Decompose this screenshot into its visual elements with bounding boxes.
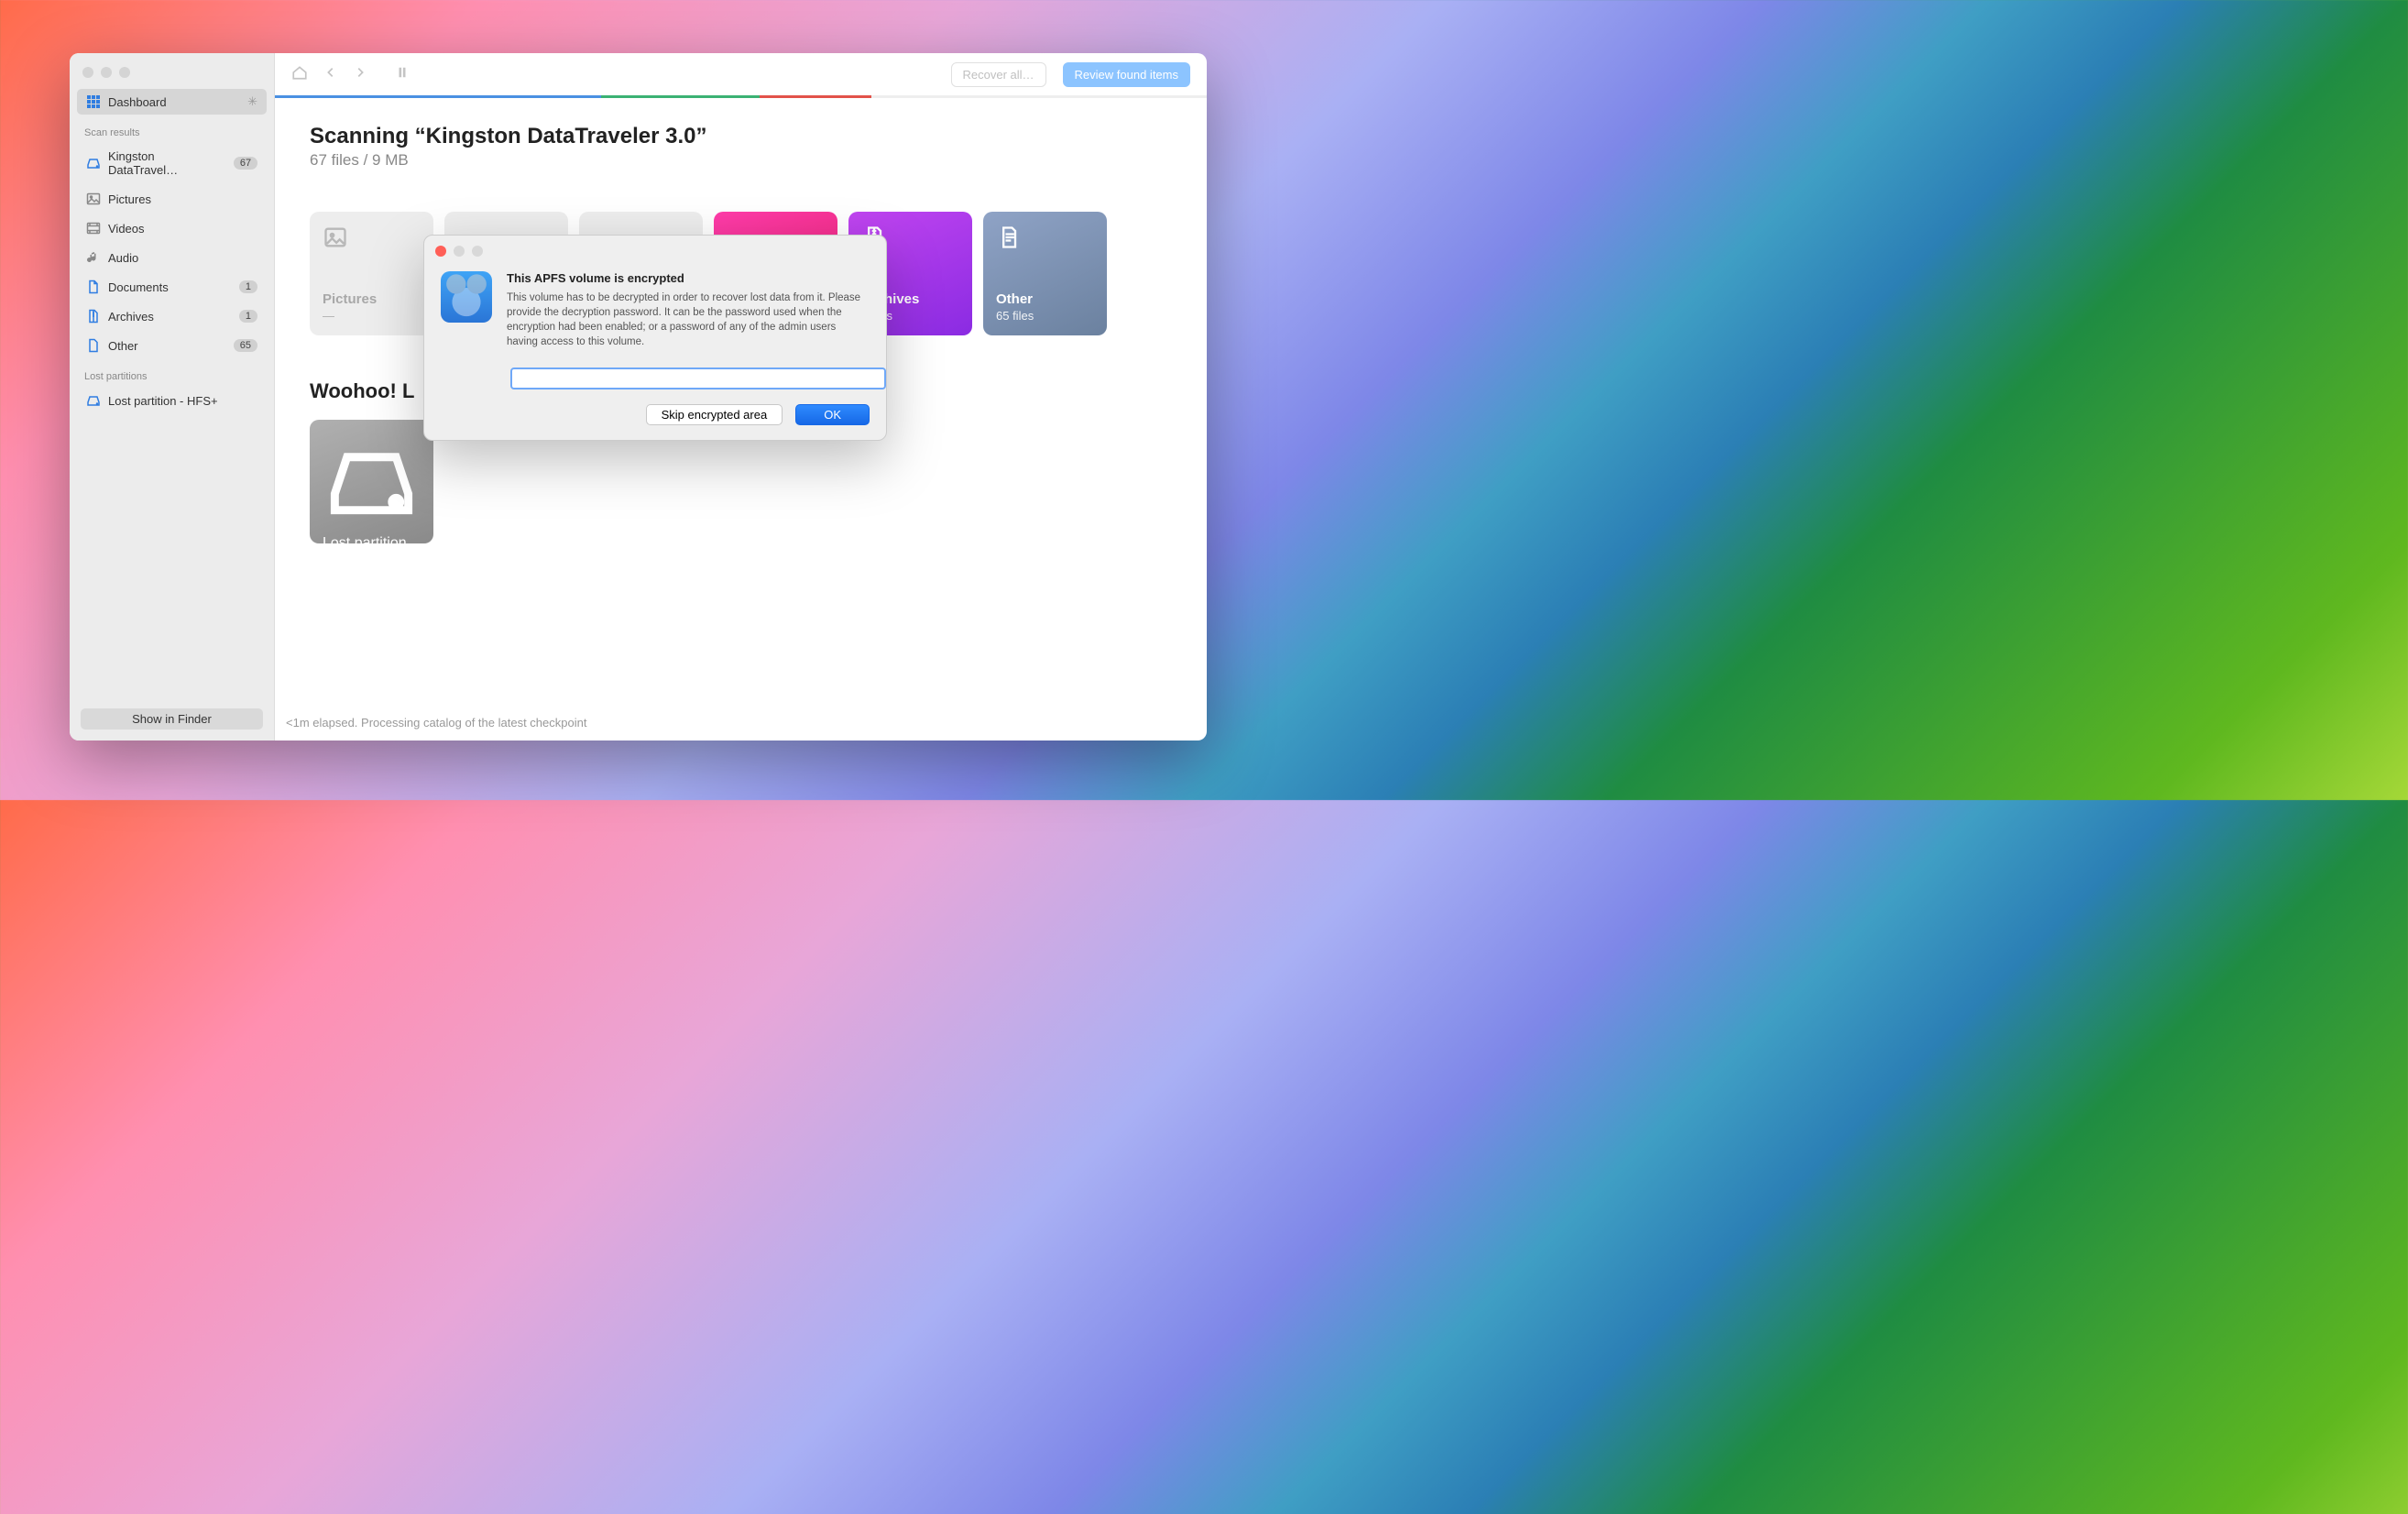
- sidebar-section-lost: Lost partitions: [70, 360, 274, 386]
- archive-icon: [86, 309, 101, 324]
- sidebar-item-label: Other: [108, 339, 138, 353]
- window-traffic-lights: [70, 53, 274, 87]
- recover-all-button[interactable]: Recover all…: [951, 62, 1046, 87]
- sidebar-badge: 1: [239, 280, 257, 293]
- home-icon[interactable]: [291, 64, 308, 85]
- card-sub: —: [323, 309, 421, 323]
- lost-partition-card[interactable]: Lost partition HFS+ —: [310, 420, 433, 543]
- audio-icon: [86, 250, 101, 265]
- sidebar-item-documents[interactable]: Documents 1: [77, 274, 267, 300]
- review-found-items-button[interactable]: Review found items: [1063, 62, 1190, 87]
- sidebar-item-label: Audio: [108, 251, 138, 265]
- toolbar: Recover all… Review found items: [275, 53, 1207, 95]
- sidebar-item-other[interactable]: Other 65: [77, 333, 267, 358]
- sidebar-dashboard[interactable]: Dashboard ✳: [77, 89, 267, 115]
- sidebar-item-label: Documents: [108, 280, 169, 294]
- traffic-close[interactable]: [82, 67, 93, 78]
- dialog-title: This APFS volume is encrypted: [507, 271, 870, 285]
- sidebar-item-videos[interactable]: Videos: [77, 215, 267, 241]
- sidebar-item-label: Lost partition - HFS+: [108, 394, 218, 408]
- page-subtitle: 67 files / 9 MB: [310, 151, 1172, 170]
- password-input[interactable]: [510, 368, 886, 389]
- drive-icon: [323, 433, 421, 535]
- traffic-zoom[interactable]: [119, 67, 130, 78]
- forward-icon[interactable]: [354, 66, 367, 83]
- image-icon: [323, 225, 421, 255]
- drive-icon: [86, 156, 101, 170]
- sidebar-item-label: Kingston DataTravel…: [108, 149, 226, 177]
- pause-icon[interactable]: [396, 66, 409, 83]
- sidebar-section-results: Scan results: [70, 116, 274, 142]
- status-text: <1m elapsed. Processing catalog of the l…: [286, 716, 586, 730]
- grid-icon: [86, 94, 101, 109]
- video-icon: [86, 221, 101, 236]
- card-title: Pictures: [323, 291, 421, 307]
- traffic-minimize[interactable]: [101, 67, 112, 78]
- sidebar-badge: 1: [239, 310, 257, 323]
- image-icon: [86, 192, 101, 206]
- sidebar-dashboard-label: Dashboard: [108, 95, 167, 109]
- dialog-traffic-lights: [424, 236, 886, 257]
- document-icon: [86, 280, 101, 294]
- back-icon[interactable]: [324, 66, 337, 83]
- sidebar-item-drive[interactable]: Kingston DataTravel… 67: [77, 144, 267, 182]
- sidebar-badge: 65: [234, 339, 257, 352]
- sidebar-item-archives[interactable]: Archives 1: [77, 303, 267, 329]
- card-sub: 65 files: [996, 309, 1094, 323]
- card-title: Lost partition: [323, 535, 421, 552]
- page-title: Scanning “Kingston DataTraveler 3.0”: [310, 124, 1172, 149]
- skip-encrypted-button[interactable]: Skip encrypted area: [646, 404, 783, 425]
- sidebar: Dashboard ✳ Scan results Kingston DataTr…: [70, 53, 275, 741]
- ok-button[interactable]: OK: [795, 404, 870, 425]
- dialog-close[interactable]: [435, 246, 446, 257]
- sidebar-item-audio[interactable]: Audio: [77, 245, 267, 270]
- dialog-description: This volume has to be decrypted in order…: [507, 291, 870, 349]
- sidebar-item-label: Pictures: [108, 192, 151, 206]
- sidebar-badge: 67: [234, 157, 257, 170]
- card-title: Other: [996, 291, 1094, 307]
- file-icon: [996, 225, 1094, 255]
- dialog-zoom[interactable]: [472, 246, 483, 257]
- app-icon: [441, 271, 492, 323]
- encryption-dialog: This APFS volume is encrypted This volum…: [423, 235, 887, 441]
- sidebar-item-label: Archives: [108, 310, 154, 324]
- file-icon: [86, 338, 101, 353]
- sidebar-item-lost-partition[interactable]: Lost partition - HFS+: [77, 388, 267, 413]
- spinner-icon: ✳: [247, 94, 257, 109]
- card-meta: —: [323, 568, 421, 585]
- drive-icon: [86, 393, 101, 408]
- card-pictures[interactable]: Pictures —: [310, 212, 433, 335]
- sidebar-item-pictures[interactable]: Pictures: [77, 186, 267, 212]
- card-other[interactable]: Other 65 files: [983, 212, 1107, 335]
- dialog-minimize[interactable]: [454, 246, 465, 257]
- sidebar-item-label: Videos: [108, 222, 145, 236]
- show-in-finder-button[interactable]: Show in Finder: [81, 708, 263, 730]
- card-sub: HFS+: [323, 552, 421, 568]
